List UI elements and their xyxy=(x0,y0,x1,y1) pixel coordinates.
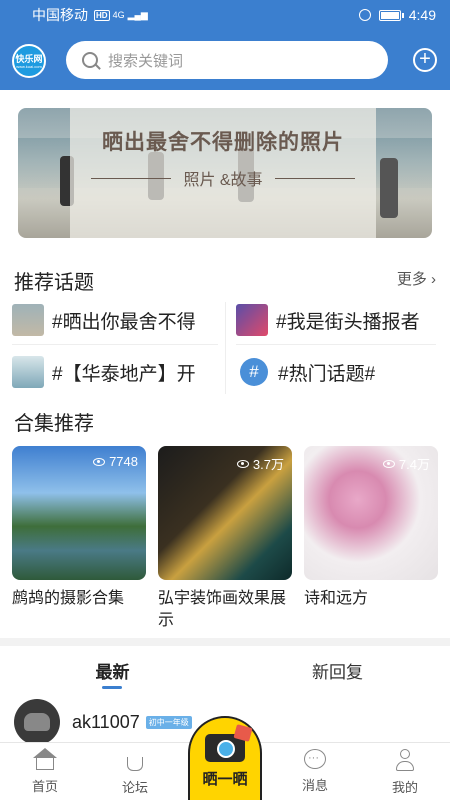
app-logo[interactable]: 快乐网 www.kuai.com xyxy=(12,44,46,78)
nav-home[interactable]: 首页 xyxy=(10,748,80,795)
nav-label: 首页 xyxy=(31,779,58,794)
alarm-icon xyxy=(358,9,371,21)
topic-label: #晒出你最舍不得 xyxy=(52,311,196,333)
section-divider xyxy=(0,638,450,646)
carrier-label: 中国移动 xyxy=(32,7,88,23)
collection-title: 鹧鸪的摄影合集 xyxy=(12,590,125,607)
collections-heading: 合集推荐 xyxy=(14,413,94,435)
add-button[interactable]: + xyxy=(413,48,437,72)
post-item[interactable]: ak11007 初中一年级 xyxy=(14,699,192,745)
topic-thumbnail xyxy=(236,304,268,336)
view-count: 7.4万 xyxy=(382,454,430,473)
network-type: 4G xyxy=(112,10,125,20)
nav-label: 消息 xyxy=(301,778,328,793)
banner-subtitle: 照片 &故事 xyxy=(183,172,263,189)
hd-badge: HD xyxy=(94,9,110,21)
nav-label: 论坛 xyxy=(121,780,148,795)
logo-text: 快乐网 xyxy=(15,53,43,64)
topics-heading: 推荐话题 xyxy=(14,272,94,294)
nav-messages[interactable]: 消息 xyxy=(280,749,350,794)
banner-figure xyxy=(380,158,398,218)
banner-rule xyxy=(91,177,172,179)
nav-label: 我的 xyxy=(391,780,418,795)
more-topics-link[interactable]: 更多 › xyxy=(397,268,436,289)
topic-item[interactable]: #晒出你最舍不得 xyxy=(12,302,218,338)
collection-thumbnail: 3.7万 xyxy=(158,446,292,580)
search-icon xyxy=(82,52,98,68)
network-indicator: HD 4G ▂▄▆ xyxy=(94,9,148,21)
topic-thumbnail xyxy=(12,304,44,336)
status-bar: 中国移动 HD 4G ▂▄▆ 4:49 xyxy=(0,0,450,30)
search-input[interactable]: 搜索关键词 xyxy=(66,41,388,79)
topic-thumbnail xyxy=(12,356,44,388)
avatar[interactable] xyxy=(14,699,60,745)
view-count: 3.7万 xyxy=(236,454,284,473)
tab-latest[interactable]: 最新 xyxy=(0,658,225,683)
chevron-right-icon: › xyxy=(426,271,436,288)
topic-item[interactable]: # #热门话题# xyxy=(240,354,436,390)
eye-icon xyxy=(382,459,395,468)
top-header: 中国移动 HD 4G ▂▄▆ 4:49 快乐网 www.kuai.com 搜索关… xyxy=(0,0,450,90)
topic-label: #【华泰地产】开 xyxy=(52,363,196,385)
collection-card[interactable]: 7748 鹧鸪的摄影合集 xyxy=(12,446,146,610)
hashtag-icon: # xyxy=(240,358,268,386)
coffee-cup-icon xyxy=(127,757,143,771)
more-label: 更多 xyxy=(396,271,427,288)
share-button[interactable]: 晒一晒 xyxy=(188,716,262,800)
collection-thumbnail: 7748 xyxy=(12,446,146,580)
logo-subtext: www.kuai.com xyxy=(16,63,42,69)
banner-title: 晒出最舍不得删除的照片 xyxy=(102,131,344,154)
banner-text-panel: 晒出最舍不得删除的照片 照片 &故事 xyxy=(70,108,376,238)
person-icon xyxy=(394,749,416,771)
chat-bubble-icon xyxy=(304,749,326,769)
topic-item[interactable]: #我是街头播报者 xyxy=(236,302,436,338)
clock: 4:49 xyxy=(408,7,436,23)
collection-thumbnail: 7.4万 xyxy=(304,446,438,580)
topic-label: #热门话题# xyxy=(278,363,376,385)
collection-card[interactable]: 3.7万 弘宇装饰画效果展示 xyxy=(158,446,292,632)
collection-card[interactable]: 7.4万 诗和远方 xyxy=(304,446,438,610)
promo-banner[interactable]: 晒出最舍不得删除的照片 照片 &故事 xyxy=(18,108,432,238)
home-icon xyxy=(33,748,57,770)
signal-icon: ▂▄▆ xyxy=(127,9,148,20)
search-placeholder: 搜索关键词 xyxy=(108,52,184,70)
collection-title: 弘宇装饰画效果展示 xyxy=(158,590,287,629)
post-username: ak11007 xyxy=(72,711,140,732)
tab-new-replies[interactable]: 新回复 xyxy=(225,658,450,683)
search-row: 快乐网 www.kuai.com 搜索关键词 + xyxy=(0,40,450,80)
collection-title: 诗和远方 xyxy=(304,590,369,607)
active-tab-indicator xyxy=(102,686,122,689)
nav-mine[interactable]: 我的 xyxy=(370,749,440,796)
banner-rule xyxy=(274,177,355,179)
topic-label: #我是街头播报者 xyxy=(276,311,420,333)
battery-icon xyxy=(378,9,404,21)
eye-icon xyxy=(93,457,106,466)
nav-forum[interactable]: 论坛 xyxy=(100,749,170,796)
camera-icon xyxy=(205,734,245,762)
share-label: 晒一晒 xyxy=(202,771,248,788)
view-count: 7748 xyxy=(93,454,138,469)
topic-item[interactable]: #【华泰地产】开 xyxy=(12,354,218,390)
user-level-badge: 初中一年级 xyxy=(145,715,192,729)
eye-icon xyxy=(236,459,249,468)
